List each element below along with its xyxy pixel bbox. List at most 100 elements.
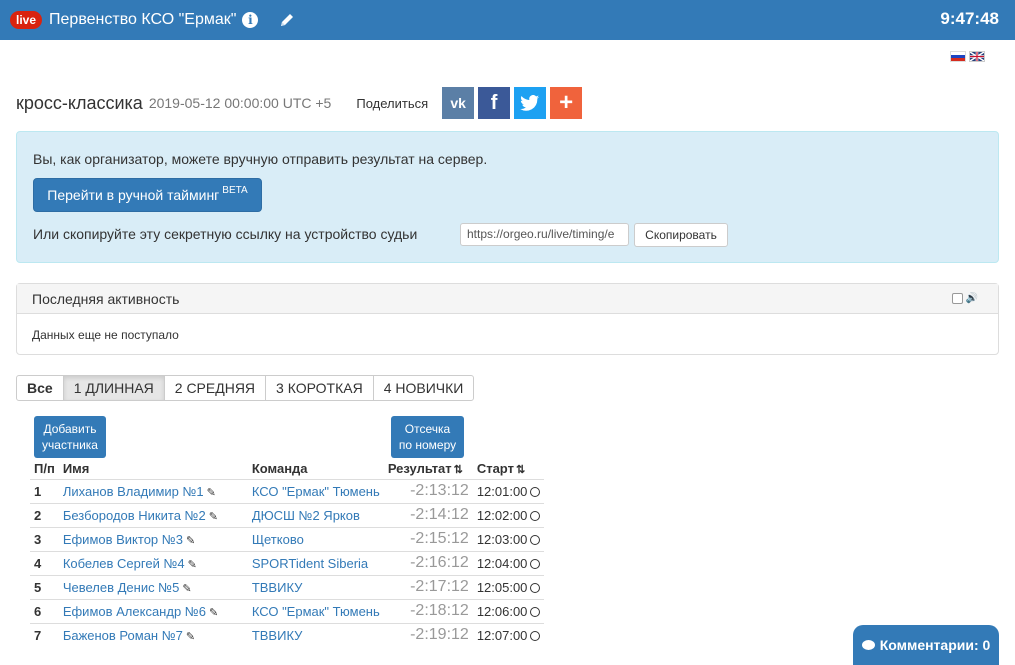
- team-link[interactable]: Щетково: [252, 532, 304, 547]
- participant-link[interactable]: Лиханов Владимир №1: [63, 484, 204, 499]
- edit-pencil-icon[interactable]: [278, 11, 296, 29]
- speaker-icon: 🔊: [965, 293, 978, 304]
- start-time: 12:03:00: [476, 531, 528, 547]
- table-row: 7 Баженов Роман №7 ✎ ТВВИКУ -2:19:12 12:07:00: [30, 622, 545, 647]
- edit-pencil-icon[interactable]: ✎: [186, 630, 195, 643]
- comments-button[interactable]: Комментарии: 0: [853, 625, 999, 665]
- activity-title: Последняя активность: [32, 290, 180, 307]
- edit-pencil-icon[interactable]: ✎: [209, 606, 218, 619]
- sort-icon[interactable]: ⇅: [454, 464, 463, 476]
- result-value: -2:13:12: [410, 482, 469, 499]
- tab-novice[interactable]: 4 НОВИЧКИ: [372, 375, 475, 401]
- row-team-cell: ТВВИКУ: [247, 622, 384, 647]
- tab-short[interactable]: 3 КОРОТКАЯ: [265, 375, 374, 401]
- clock-icon[interactable]: [530, 510, 541, 521]
- team-link[interactable]: SPORTident Siberia: [252, 556, 368, 571]
- activity-controls: 🔊: [951, 293, 978, 304]
- row-num: 1: [30, 478, 59, 503]
- row-num: 3: [30, 526, 59, 551]
- participant-link[interactable]: Баженов Роман №7: [63, 628, 183, 643]
- team-link[interactable]: КСО "Ермак" Тюмень: [252, 484, 380, 499]
- add-participant-label-2: участника: [42, 438, 98, 452]
- team-link[interactable]: КСО "Ермак" Тюмень: [252, 604, 380, 619]
- start-time: 12:05:00: [476, 579, 528, 595]
- add-participant-button[interactable]: Добавить участника: [34, 416, 106, 458]
- participant-link[interactable]: Кобелев Сергей №4: [63, 556, 185, 571]
- en-flag-icon[interactable]: [969, 51, 985, 62]
- tab-long[interactable]: 1 ДЛИННАЯ: [62, 375, 165, 401]
- participant-link[interactable]: Чевелев Денис №5: [63, 580, 180, 595]
- clock-icon[interactable]: [530, 606, 541, 617]
- start-time: 12:01:00: [476, 483, 528, 499]
- twitter-icon[interactable]: [514, 87, 547, 119]
- cutoff-button[interactable]: Отсечка по номеру: [391, 416, 464, 458]
- language-switcher: [950, 51, 985, 62]
- activity-panel: Последняя активность 🔊 Данных еще не пос…: [16, 283, 999, 355]
- clock-icon[interactable]: [530, 486, 541, 497]
- participant-link[interactable]: Безбородов Никита №2: [63, 508, 206, 523]
- organizer-text: Вы, как организатор, можете вручную отпр…: [33, 151, 488, 167]
- header-team: Команда: [251, 460, 308, 476]
- manual-timing-label: Перейти в ручной тайминг: [47, 187, 220, 203]
- clock-icon[interactable]: [530, 582, 541, 593]
- sort-icon[interactable]: ⇅: [516, 464, 525, 476]
- row-result-cell: -2:13:12: [383, 478, 473, 503]
- row-name-cell: Чевелев Денис №5 ✎: [58, 574, 248, 599]
- result-value: -2:18:12: [410, 602, 469, 619]
- clock-icon[interactable]: [530, 630, 541, 641]
- edit-pencil-icon[interactable]: ✎: [186, 534, 195, 547]
- add-icon[interactable]: +: [550, 87, 583, 119]
- edit-pencil-icon[interactable]: ✎: [209, 510, 218, 523]
- tab-all[interactable]: Все: [16, 375, 64, 401]
- cutoff-label-1: Отсечка: [404, 422, 451, 436]
- start-time: 12:04:00: [476, 555, 528, 571]
- top-bar: live Первенство КСО "Ермак" i 9:47:48: [0, 0, 1015, 40]
- result-value: -2:19:12: [410, 626, 469, 644]
- header-num: П/п: [34, 460, 55, 476]
- class-tabs: Все 1 ДЛИННАЯ 2 СРЕДНЯЯ 3 КОРОТКАЯ 4 НОВ…: [16, 375, 475, 401]
- row-start-cell: 12:02:00: [472, 502, 545, 527]
- table-row: 4 Кобелев Сергей №4 ✎ SPORTident Siberia -2:…: [30, 550, 545, 575]
- facebook-icon[interactable]: f: [478, 87, 511, 119]
- clock-icon[interactable]: [530, 558, 541, 569]
- comment-bubble-icon: [861, 640, 875, 650]
- row-result-cell: -2:14:12: [383, 502, 473, 527]
- organizer-panel: Вы, как организатор, можете вручную отпр…: [16, 131, 999, 263]
- row-num: 5: [30, 574, 59, 599]
- edit-pencil-icon[interactable]: ✎: [207, 486, 216, 499]
- tab-medium[interactable]: 2 СРЕДНЯЯ: [163, 375, 267, 401]
- manual-timing-button[interactable]: Перейти в ручной тайминг BETA: [33, 178, 262, 212]
- clock-time: 9:47:48: [940, 9, 999, 28]
- vk-icon[interactable]: vk: [442, 87, 475, 119]
- row-num: 2: [30, 502, 59, 527]
- edit-pencil-icon[interactable]: ✎: [182, 582, 191, 595]
- participant-link[interactable]: Ефимов Александр №6: [63, 604, 206, 619]
- team-link[interactable]: ТВВИКУ: [252, 628, 303, 643]
- row-team-cell: ДЮСШ №2 Ярков: [247, 502, 384, 527]
- result-value: -2:16:12: [410, 554, 469, 571]
- clock-icon[interactable]: [530, 534, 541, 545]
- start-time: 12:07:00: [476, 627, 528, 643]
- header-start[interactable]: Старт ⇅: [473, 458, 545, 479]
- table-row: 3 Ефимов Виктор №3 ✎ Щетково -2:15:12 12:03:0…: [30, 526, 545, 551]
- row-start-cell: 12:01:00: [472, 478, 545, 503]
- ru-flag-icon[interactable]: [950, 51, 966, 62]
- row-name-cell: Ефимов Александр №6 ✎: [58, 598, 248, 623]
- sound-checkbox[interactable]: [951, 293, 963, 304]
- row-team-cell: КСО "Ермак" Тюмень: [247, 478, 384, 503]
- start-time: 12:06:00: [476, 603, 528, 619]
- team-link[interactable]: ТВВИКУ: [252, 580, 303, 595]
- table-header-row: П/п Имя Команда Результат ⇅ Старт ⇅: [30, 458, 544, 479]
- header-result[interactable]: Результат ⇅: [384, 458, 473, 479]
- participant-link[interactable]: Ефимов Виктор №3: [63, 532, 183, 547]
- edit-pencil-icon[interactable]: ✎: [188, 558, 197, 571]
- row-result-cell: -2:17:12: [383, 574, 473, 599]
- row-start-cell: 12:04:00: [472, 550, 545, 575]
- secret-link-input[interactable]: https://orgeo.ru/live/timing/e: [460, 223, 629, 246]
- info-icon[interactable]: i: [242, 12, 259, 28]
- team-link[interactable]: ДЮСШ №2 Ярков: [252, 508, 360, 523]
- event-title: кросс-классика: [16, 92, 143, 113]
- result-value: -2:14:12: [410, 506, 469, 523]
- row-start-cell: 12:03:00: [472, 526, 545, 551]
- copy-button[interactable]: Скопировать: [634, 223, 728, 247]
